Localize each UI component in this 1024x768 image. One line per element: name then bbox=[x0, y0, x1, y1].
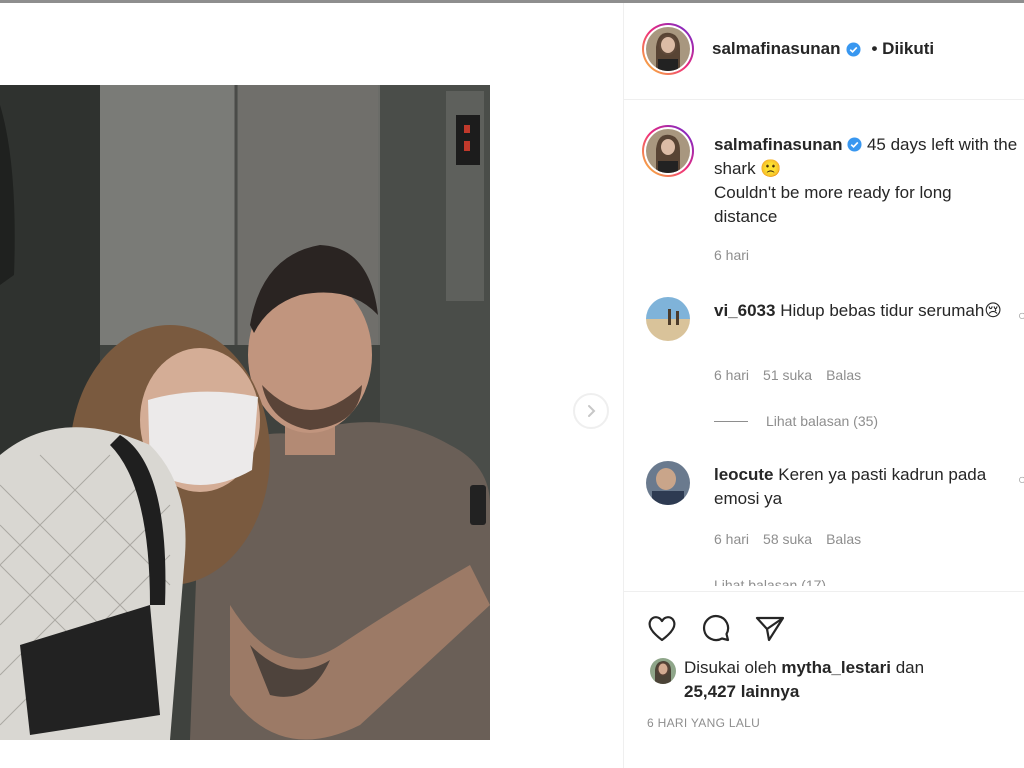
like-button[interactable] bbox=[644, 610, 680, 646]
media-pane bbox=[0, 3, 623, 768]
commenter-username[interactable]: vi_6033 bbox=[714, 301, 775, 320]
view-replies-button[interactable]: Lihat balasan (35) bbox=[714, 413, 878, 429]
comment-time[interactable]: 6 hari bbox=[714, 367, 749, 383]
comments-list[interactable]: salmafinasunan 45 days left with the sha… bbox=[624, 101, 1024, 586]
verified-badge-icon bbox=[845, 41, 861, 57]
view-replies-label: Lihat balasan (17) bbox=[714, 577, 827, 586]
comment-meta: 6 hari 51 suka Balas bbox=[714, 367, 861, 383]
comment-text: leocute Keren ya pasti kadrun pada emosi… bbox=[714, 463, 1019, 511]
comment-likes[interactable]: 51 suka bbox=[763, 367, 812, 383]
caption-avatar[interactable] bbox=[642, 125, 694, 177]
header-user-line: salmafinasunan • Diikuti bbox=[712, 39, 934, 59]
comment-button[interactable] bbox=[698, 610, 734, 646]
commenter-username[interactable]: leocute bbox=[714, 465, 774, 484]
share-button[interactable] bbox=[752, 610, 788, 646]
liker-avatar[interactable] bbox=[650, 658, 676, 684]
comment-like-icon[interactable]: ○ bbox=[1018, 307, 1024, 323]
comment-likes[interactable]: 58 suka bbox=[763, 531, 812, 547]
likes-summary: Disukai oleh mytha_lestari dan 25,427 la… bbox=[650, 656, 1004, 704]
liker-username[interactable]: mytha_lestari bbox=[781, 658, 891, 677]
commenter-avatar[interactable] bbox=[646, 461, 690, 505]
caption-text: salmafinasunan 45 days left with the sha… bbox=[714, 133, 1019, 229]
view-replies-button[interactable]: Lihat balasan (17) bbox=[714, 577, 826, 586]
comment-meta: 6 hari 58 suka Balas bbox=[714, 531, 861, 547]
follow-status[interactable]: • Diikuti bbox=[872, 39, 935, 59]
comment-bubble-icon bbox=[702, 614, 730, 642]
avatar-image bbox=[646, 461, 690, 505]
likes-count[interactable]: 25,427 lainnya bbox=[684, 682, 799, 701]
post-side-panel: salmafinasunan • Diikuti salmafinasunan … bbox=[623, 3, 1024, 768]
reply-button[interactable]: Balas bbox=[826, 531, 861, 547]
avatar-image bbox=[646, 297, 690, 341]
post-photo[interactable] bbox=[0, 85, 490, 740]
next-media-button[interactable] bbox=[573, 393, 609, 429]
author-username-link[interactable]: salmafinasunan bbox=[712, 39, 841, 59]
paper-plane-icon bbox=[755, 616, 785, 642]
comment-body: Hidup bebas tidur serumah😢 bbox=[780, 301, 1003, 320]
view-replies-label: Lihat balasan (35) bbox=[766, 413, 879, 429]
post-actions: Disukai oleh mytha_lestari dan 25,427 la… bbox=[624, 591, 1024, 743]
caption-time[interactable]: 6 hari bbox=[714, 247, 749, 263]
replies-divider bbox=[714, 420, 748, 422]
caption-meta: 6 hari bbox=[714, 247, 749, 263]
caption-line-2: Couldn't be more ready for long distance bbox=[714, 183, 952, 226]
comment-time[interactable]: 6 hari bbox=[714, 531, 749, 547]
post-photo-illustration bbox=[0, 85, 490, 740]
heart-icon bbox=[648, 616, 676, 642]
commenter-avatar[interactable] bbox=[646, 297, 690, 341]
reply-button[interactable]: Balas bbox=[826, 367, 861, 383]
comment-text: vi_6033 Hidup bebas tidur serumah😢 bbox=[714, 299, 1019, 323]
avatar-image bbox=[646, 27, 690, 71]
caption-username[interactable]: salmafinasunan bbox=[714, 135, 843, 154]
likes-connector: dan bbox=[895, 658, 925, 677]
post-header: salmafinasunan • Diikuti bbox=[624, 3, 1024, 100]
author-avatar[interactable] bbox=[642, 23, 694, 75]
likes-text: Disukai oleh mytha_lestari dan 25,427 la… bbox=[684, 656, 1004, 704]
verified-badge-icon bbox=[847, 137, 862, 152]
chevron-right-icon bbox=[588, 405, 596, 417]
avatar-image bbox=[650, 658, 676, 684]
post-date[interactable]: 6 HARI YANG LALU bbox=[647, 716, 760, 730]
likes-prefix: Disukai oleh bbox=[684, 658, 777, 677]
comment-like-icon[interactable]: ○ bbox=[1018, 471, 1024, 487]
avatar-image bbox=[646, 129, 690, 173]
